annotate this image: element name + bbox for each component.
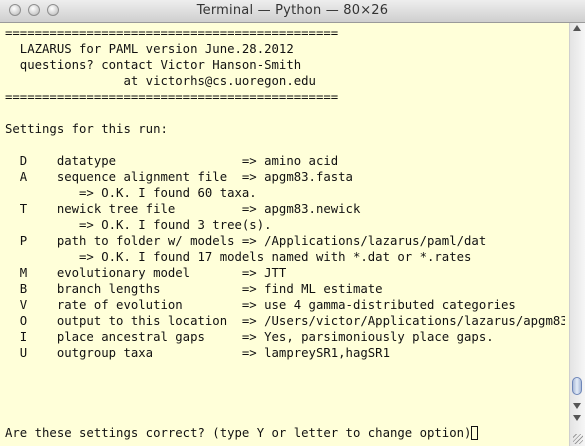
terminal-line: O output to this location => /Users/vict… <box>5 314 565 328</box>
terminal-line: LAZARUS for PAML version June.28.2012 <box>5 42 294 56</box>
text-cursor <box>471 426 479 440</box>
prompt-text: Are these settings correct? (type Y or l… <box>5 426 472 440</box>
vertical-scrollbar[interactable] <box>569 23 585 446</box>
terminal-line: V rate of evolution => use 4 gamma-distr… <box>5 298 516 312</box>
terminal-line: ========================================… <box>5 90 339 104</box>
prompt-line[interactable]: Are these settings correct? (type Y or l… <box>5 425 565 441</box>
terminal-line: => O.K. I found 17 models named with *.d… <box>5 250 472 264</box>
terminal-line: at victorhs@cs.uoregon.edu <box>5 74 316 88</box>
terminal-window: Terminal — Python — 80×26 ==============… <box>0 0 585 446</box>
terminal-line: U outgroup taxa => lampreySR1,hagSR1 <box>5 346 390 360</box>
terminal-line: B branch lengths => find ML estimate <box>5 282 383 296</box>
terminal-line: D datatype => amino acid <box>5 154 339 168</box>
resize-grip-icon[interactable] <box>573 434 583 444</box>
terminal-line: M evolutionary model => JTT <box>5 266 287 280</box>
scroll-up-icon[interactable] <box>573 25 581 31</box>
terminal-line: T newick tree file => apgm83.newick <box>5 202 361 216</box>
terminal-line: A sequence alignment file => apgm83.fast… <box>5 170 353 184</box>
terminal-line: P path to folder w/ models => /Applicati… <box>5 234 487 248</box>
terminal-line: ========================================… <box>5 26 339 40</box>
terminal-line: questions? contact Victor Hanson-Smith <box>5 58 302 72</box>
window-title: Terminal — Python — 80×26 <box>196 3 389 18</box>
terminal-line: Settings for this run: <box>5 122 168 136</box>
terminal-line: => O.K. I found 60 taxa. <box>5 186 257 200</box>
terminal-line: => O.K. I found 3 tree(s). <box>5 218 272 232</box>
scroll-down-icon[interactable] <box>573 415 581 421</box>
terminal-output[interactable]: ========================================… <box>5 25 565 445</box>
scroll-thumb[interactable] <box>572 377 582 395</box>
title-bar[interactable]: Terminal — Python — 80×26 <box>0 0 585 23</box>
scroll-down-icon[interactable] <box>573 403 581 409</box>
terminal-line: I place ancestral gaps => Yes, parsimoni… <box>5 330 494 344</box>
